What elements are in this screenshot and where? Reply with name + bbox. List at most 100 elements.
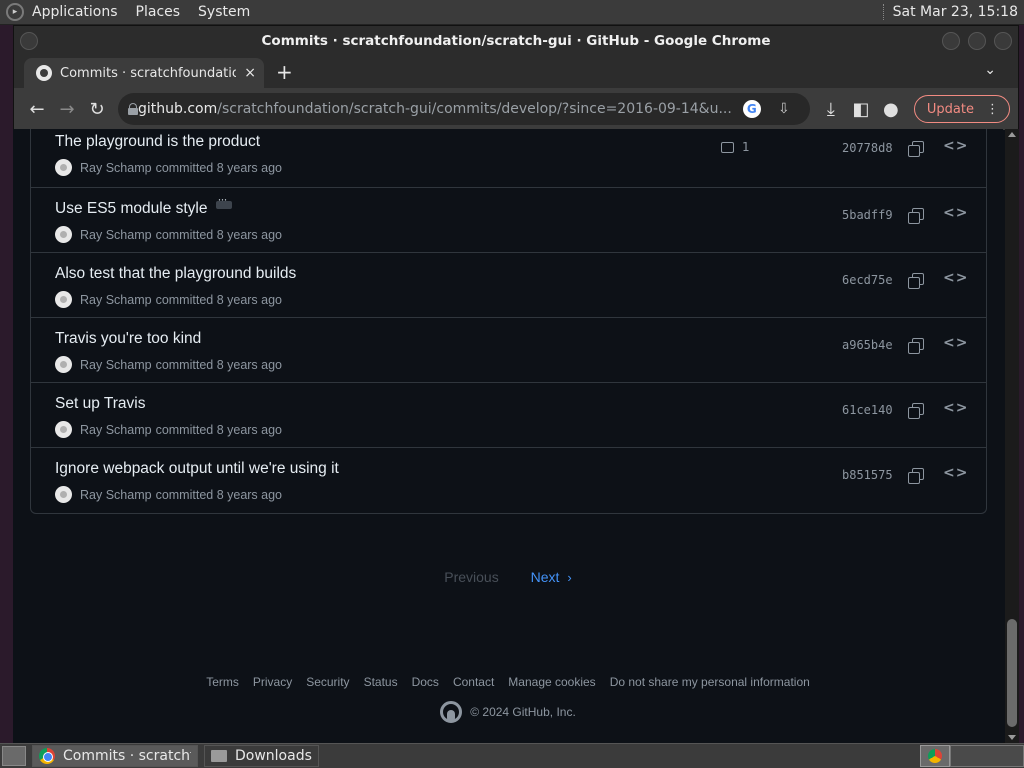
commit-time: committed 8 years ago xyxy=(155,160,283,175)
footer-link[interactable]: Security xyxy=(306,675,349,689)
menu-applications[interactable]: Applications xyxy=(32,4,118,20)
kebab-menu-icon[interactable]: ⋮ xyxy=(986,102,999,117)
commit-sha[interactable]: 20778d8 xyxy=(842,141,893,155)
side-panel-icon[interactable]: ◧ xyxy=(846,94,876,124)
commit-sha[interactable]: 5badff9 xyxy=(842,208,893,222)
avatar[interactable] xyxy=(55,291,72,308)
chevron-right-icon[interactable]: › xyxy=(567,570,571,585)
commit-row: Use ES5 module style Ray Schampcommitted … xyxy=(31,188,986,253)
commit-time: committed 8 years ago xyxy=(155,487,283,502)
tab-commits[interactable]: Commits · scratchfoundation/ × xyxy=(24,58,264,88)
commit-message[interactable]: Ignore webpack output until we're using … xyxy=(55,460,339,478)
browse-code-icon[interactable]: <> xyxy=(943,138,968,154)
commit-message[interactable]: Also test that the playground builds xyxy=(55,265,296,283)
google-lens-icon[interactable]: G xyxy=(740,97,764,121)
expand-ellipsis-button[interactable] xyxy=(215,192,232,209)
commit-author[interactable]: Ray Schamp xyxy=(80,358,152,372)
commit-message[interactable]: Set up Travis xyxy=(55,395,145,413)
profile-avatar-icon[interactable]: ● xyxy=(876,94,906,124)
clock[interactable]: Sat Mar 23, 15:18 xyxy=(893,4,1018,20)
page-scrollbar[interactable] xyxy=(1005,129,1019,743)
commit-sha[interactable]: 61ce140 xyxy=(842,403,893,417)
commit-sha[interactable]: 6ecd75e xyxy=(842,273,893,287)
scroll-up-arrow-icon[interactable] xyxy=(1008,132,1016,137)
copy-sha-icon[interactable] xyxy=(908,403,924,419)
commit-author[interactable]: Ray Schamp xyxy=(80,423,152,437)
previous-button[interactable]: Previous xyxy=(444,569,498,585)
copy-sha-icon[interactable] xyxy=(908,338,924,354)
commit-meta: Ray Schamp committed 8 years ago xyxy=(55,486,282,503)
commit-sha[interactable]: a965b4e xyxy=(842,338,893,352)
footer-link[interactable]: Do not share my personal information xyxy=(610,675,810,689)
footer-link[interactable]: Status xyxy=(364,675,398,689)
footer-link[interactable]: Contact xyxy=(453,675,494,689)
commit-list: The playground is the product Ray Schamp c… xyxy=(30,129,987,514)
avatar[interactable] xyxy=(55,226,72,243)
commit-meta: Ray Schamp committed 8 years ago xyxy=(55,421,282,438)
tab-title: Commits · scratchfoundation/ xyxy=(60,65,237,81)
commit-message[interactable]: Use ES5 module style xyxy=(55,192,232,218)
address-bar[interactable]: github.com/scratchfoundation/scratch-gui… xyxy=(118,93,810,125)
commit-sha[interactable]: b851575 xyxy=(842,468,893,482)
install-app-icon[interactable]: ⇩ xyxy=(772,97,796,121)
menu-places[interactable]: Places xyxy=(136,4,181,20)
workspace-1[interactable] xyxy=(920,745,950,767)
copy-sha-icon[interactable] xyxy=(908,208,924,224)
commit-meta: Ray Schamp committed 8 years ago xyxy=(55,226,282,243)
folder-icon xyxy=(211,750,227,762)
scrollbar-thumb[interactable] xyxy=(1007,619,1017,727)
task-downloads[interactable]: Downloads xyxy=(204,745,319,767)
copy-sha-icon[interactable] xyxy=(908,273,924,289)
share-icon[interactable]: ⋖ xyxy=(804,97,810,121)
commit-message[interactable]: The playground is the product xyxy=(55,133,260,151)
browse-code-icon[interactable]: <> xyxy=(943,205,968,221)
footer-link[interactable]: Docs xyxy=(412,675,439,689)
url-host: github.com xyxy=(138,101,218,117)
footer-link[interactable]: Terms xyxy=(206,675,239,689)
reload-icon[interactable]: ↻ xyxy=(82,94,112,124)
show-desktop-button[interactable] xyxy=(2,746,26,766)
panel-separator xyxy=(882,4,885,20)
minimize-button[interactable] xyxy=(942,32,960,50)
avatar[interactable] xyxy=(55,486,72,503)
commit-message[interactable]: Travis you're too kind xyxy=(55,330,201,348)
new-tab-button[interactable]: + xyxy=(276,60,293,84)
update-button[interactable]: Update ⋮ xyxy=(913,95,1010,123)
task-chrome[interactable]: Commits · scratchfo... xyxy=(32,745,198,767)
close-window-button[interactable] xyxy=(994,32,1012,50)
avatar[interactable] xyxy=(55,421,72,438)
forward-arrow-icon[interactable]: → xyxy=(52,94,82,124)
window-titlebar[interactable]: Commits · scratchfoundation/scratch-gui … xyxy=(14,26,1018,56)
comment-count[interactable]: 1 xyxy=(721,140,750,154)
copy-sha-icon[interactable] xyxy=(908,141,924,157)
commit-author[interactable]: Ray Schamp xyxy=(80,488,152,502)
tab-search-chevron-icon[interactable]: ⌄ xyxy=(984,62,996,78)
footer-copyright: © 2024 GitHub, Inc. xyxy=(13,701,1003,723)
copy-sha-icon[interactable] xyxy=(908,468,924,484)
downloads-icon[interactable]: ⤓ xyxy=(816,94,846,124)
scroll-down-arrow-icon[interactable] xyxy=(1008,735,1016,740)
menu-system[interactable]: System xyxy=(198,4,250,20)
footer-link[interactable]: Privacy xyxy=(253,675,292,689)
tab-close-icon[interactable]: × xyxy=(244,65,256,81)
url-path: /scratchfoundation/scratch-gui/commits/d… xyxy=(217,101,732,117)
next-button[interactable]: Next xyxy=(531,569,560,585)
avatar[interactable] xyxy=(55,159,72,176)
avatar[interactable] xyxy=(55,356,72,373)
browse-code-icon[interactable]: <> xyxy=(943,335,968,351)
commit-meta: Ray Schamp committed 8 years ago xyxy=(55,159,282,176)
browse-code-icon[interactable]: <> xyxy=(943,465,968,481)
github-logo-icon[interactable] xyxy=(440,701,463,723)
system-logo-icon[interactable]: ▸ xyxy=(6,3,24,21)
commit-author[interactable]: Ray Schamp xyxy=(80,228,152,242)
commit-author[interactable]: Ray Schamp xyxy=(80,161,152,175)
maximize-button[interactable] xyxy=(968,32,986,50)
commit-row: The playground is the product Ray Schamp c… xyxy=(31,129,986,188)
footer-link[interactable]: Manage cookies xyxy=(508,675,595,689)
back-arrow-icon[interactable]: ← xyxy=(22,94,52,124)
browse-code-icon[interactable]: <> xyxy=(943,400,968,416)
workspace-2[interactable] xyxy=(950,745,1024,767)
window-menu-button[interactable] xyxy=(20,32,38,50)
commit-author[interactable]: Ray Schamp xyxy=(80,293,152,307)
browse-code-icon[interactable]: <> xyxy=(943,270,968,286)
